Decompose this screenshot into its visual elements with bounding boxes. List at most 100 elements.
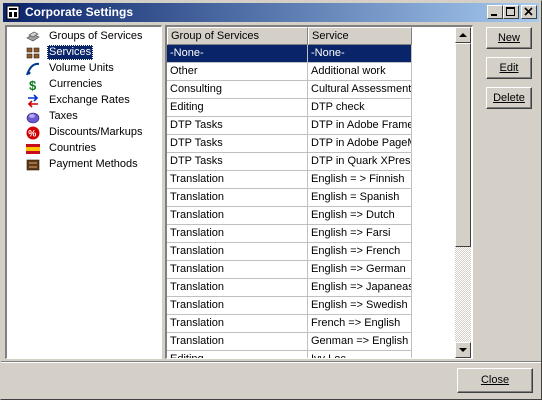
- svg-text:$: $: [29, 78, 37, 93]
- tree-item-label: Groups of Services: [49, 30, 143, 42]
- corporate-settings-window: Corporate Settings Groups of Services Se…: [0, 0, 542, 400]
- cell-service: Genman => English: [308, 333, 412, 351]
- vertical-scrollbar[interactable]: [455, 27, 471, 358]
- window-title: Corporate Settings: [25, 5, 134, 19]
- tree-item-label: Currencies: [49, 78, 103, 90]
- cell-group-of-services: DTP Tasks: [167, 153, 308, 171]
- payment-methods-icon: [26, 159, 40, 171]
- cell-service: DTP in Adobe Frame: [308, 117, 412, 135]
- cell-service: English => Japanease: [308, 279, 412, 297]
- cell-group-of-services: Translation: [167, 243, 308, 261]
- footer-divider: [1, 361, 541, 363]
- cell-group-of-services: Consulting: [167, 81, 308, 99]
- table-row[interactable]: Other Additional work: [167, 63, 412, 81]
- tree-item-label: Volume Units: [49, 62, 114, 74]
- close-icon: [524, 7, 533, 16]
- cell-service: Ivy Loc: [308, 351, 412, 358]
- currency-icon: $: [29, 78, 37, 93]
- title-bar[interactable]: Corporate Settings: [3, 3, 539, 22]
- cell-service: DTP in Adobe PageM: [308, 135, 412, 153]
- new-button-label: New: [497, 32, 520, 44]
- new-button[interactable]: New: [486, 27, 532, 49]
- edit-button-label: Edit: [499, 62, 519, 74]
- cell-group-of-services: Translation: [167, 189, 308, 207]
- maximize-button[interactable]: [503, 5, 519, 19]
- volume-units-icon: [26, 62, 40, 76]
- settings-category-tree[interactable]: Groups of Services Services Volume Units…: [5, 25, 162, 359]
- tree-item-label: Taxes: [49, 110, 78, 122]
- cell-group-of-services: Editing: [167, 351, 308, 358]
- tree-item-label: Discounts/Markups: [49, 126, 143, 138]
- arrow-down-icon: [459, 348, 467, 352]
- cell-service: Additional work: [308, 63, 412, 81]
- cell-group-of-services: Translation: [167, 333, 308, 351]
- svg-text:%: %: [28, 129, 36, 139]
- table-row[interactable]: DTP Tasks DTP in Adobe Frame: [167, 117, 412, 135]
- cell-group-of-services: Editing: [167, 99, 308, 117]
- cell-group-of-services: DTP Tasks: [167, 117, 308, 135]
- table-row[interactable]: Translation English = Spanish: [167, 189, 412, 207]
- table-row[interactable]: Translation English => Japanease: [167, 279, 412, 297]
- tree-item-label: Countries: [49, 142, 97, 154]
- cell-service: English => German: [308, 261, 412, 279]
- tree-item-label: Payment Methods: [49, 158, 138, 170]
- cell-service: Cultural Assessment: [308, 81, 412, 99]
- cell-group-of-services: Other: [167, 63, 308, 81]
- exchange-rates-icon: [27, 94, 39, 108]
- cell-service: DTP check: [308, 99, 412, 117]
- table-row[interactable]: Consulting Cultural Assessment: [167, 81, 412, 99]
- table-row[interactable]: Translation English => German: [167, 261, 412, 279]
- minimize-button[interactable]: [487, 5, 503, 19]
- table-row[interactable]: Translation Genman => English: [167, 333, 412, 351]
- table-row[interactable]: Translation French => English: [167, 315, 412, 333]
- scroll-down-button[interactable]: [455, 342, 471, 358]
- arrow-up-icon: [459, 33, 467, 37]
- table-row[interactable]: -None- -None-: [167, 45, 412, 63]
- cell-service: English = Spanish: [308, 189, 412, 207]
- delete-button-label: Delete: [493, 92, 525, 104]
- tree-item-label: Exchange Rates: [49, 94, 130, 106]
- cell-service: English => Farsi: [308, 225, 412, 243]
- cell-group-of-services: -None-: [167, 45, 308, 63]
- cell-group-of-services: Translation: [167, 261, 308, 279]
- delete-button[interactable]: Delete: [486, 87, 532, 109]
- table-row[interactable]: Translation English => Dutch: [167, 207, 412, 225]
- column-header-service[interactable]: Service: [308, 27, 412, 45]
- cell-group-of-services: Translation: [167, 171, 308, 189]
- cell-service: English => Dutch: [308, 207, 412, 225]
- table-row[interactable]: Translation English => Swedish: [167, 297, 412, 315]
- table-row[interactable]: Translation English => Farsi: [167, 225, 412, 243]
- cell-group-of-services: Translation: [167, 207, 308, 225]
- edit-button[interactable]: Edit: [486, 57, 532, 79]
- scroll-up-button[interactable]: [455, 27, 471, 43]
- table-row[interactable]: EditingIvy Loc: [167, 351, 412, 358]
- cell-group-of-services: Translation: [167, 279, 308, 297]
- close-window-button[interactable]: [521, 5, 537, 19]
- minimize-icon: [491, 14, 497, 16]
- flag-icon: [26, 144, 40, 154]
- app-icon: [6, 5, 20, 20]
- cell-group-of-services: Translation: [167, 225, 308, 243]
- services-grid: Group of Services Service -None- -None- Ot…: [165, 25, 473, 359]
- column-header-group[interactable]: Group of Services: [167, 27, 308, 45]
- close-button[interactable]: Close: [457, 368, 533, 393]
- cell-service: English => Swedish: [308, 297, 412, 315]
- taxes-icon: [26, 112, 40, 124]
- table-row[interactable]: Translation English => French: [167, 243, 412, 261]
- table-row[interactable]: DTP Tasks DTP in Quark XPress: [167, 153, 412, 171]
- discounts-icon: %: [26, 126, 40, 140]
- scroll-track[interactable]: [455, 247, 471, 342]
- services-icon: [26, 47, 40, 59]
- table-row[interactable]: Translation English = > Finnish: [167, 171, 412, 189]
- cell-service: -None-: [308, 45, 412, 63]
- grid-body: Group of Services Service -None- -None- Ot…: [167, 27, 412, 358]
- cell-service: English = > Finnish: [308, 171, 412, 189]
- groups-icon: [26, 31, 40, 42]
- tree-item-label: Services: [47, 45, 94, 60]
- scroll-thumb[interactable]: [455, 43, 471, 247]
- table-row[interactable]: DTP Tasks DTP in Adobe PageM: [167, 135, 412, 153]
- cell-service: English => French: [308, 243, 412, 261]
- cell-service: French => English: [308, 315, 412, 333]
- maximize-icon: [506, 7, 515, 16]
- table-row[interactable]: Editing DTP check: [167, 99, 412, 117]
